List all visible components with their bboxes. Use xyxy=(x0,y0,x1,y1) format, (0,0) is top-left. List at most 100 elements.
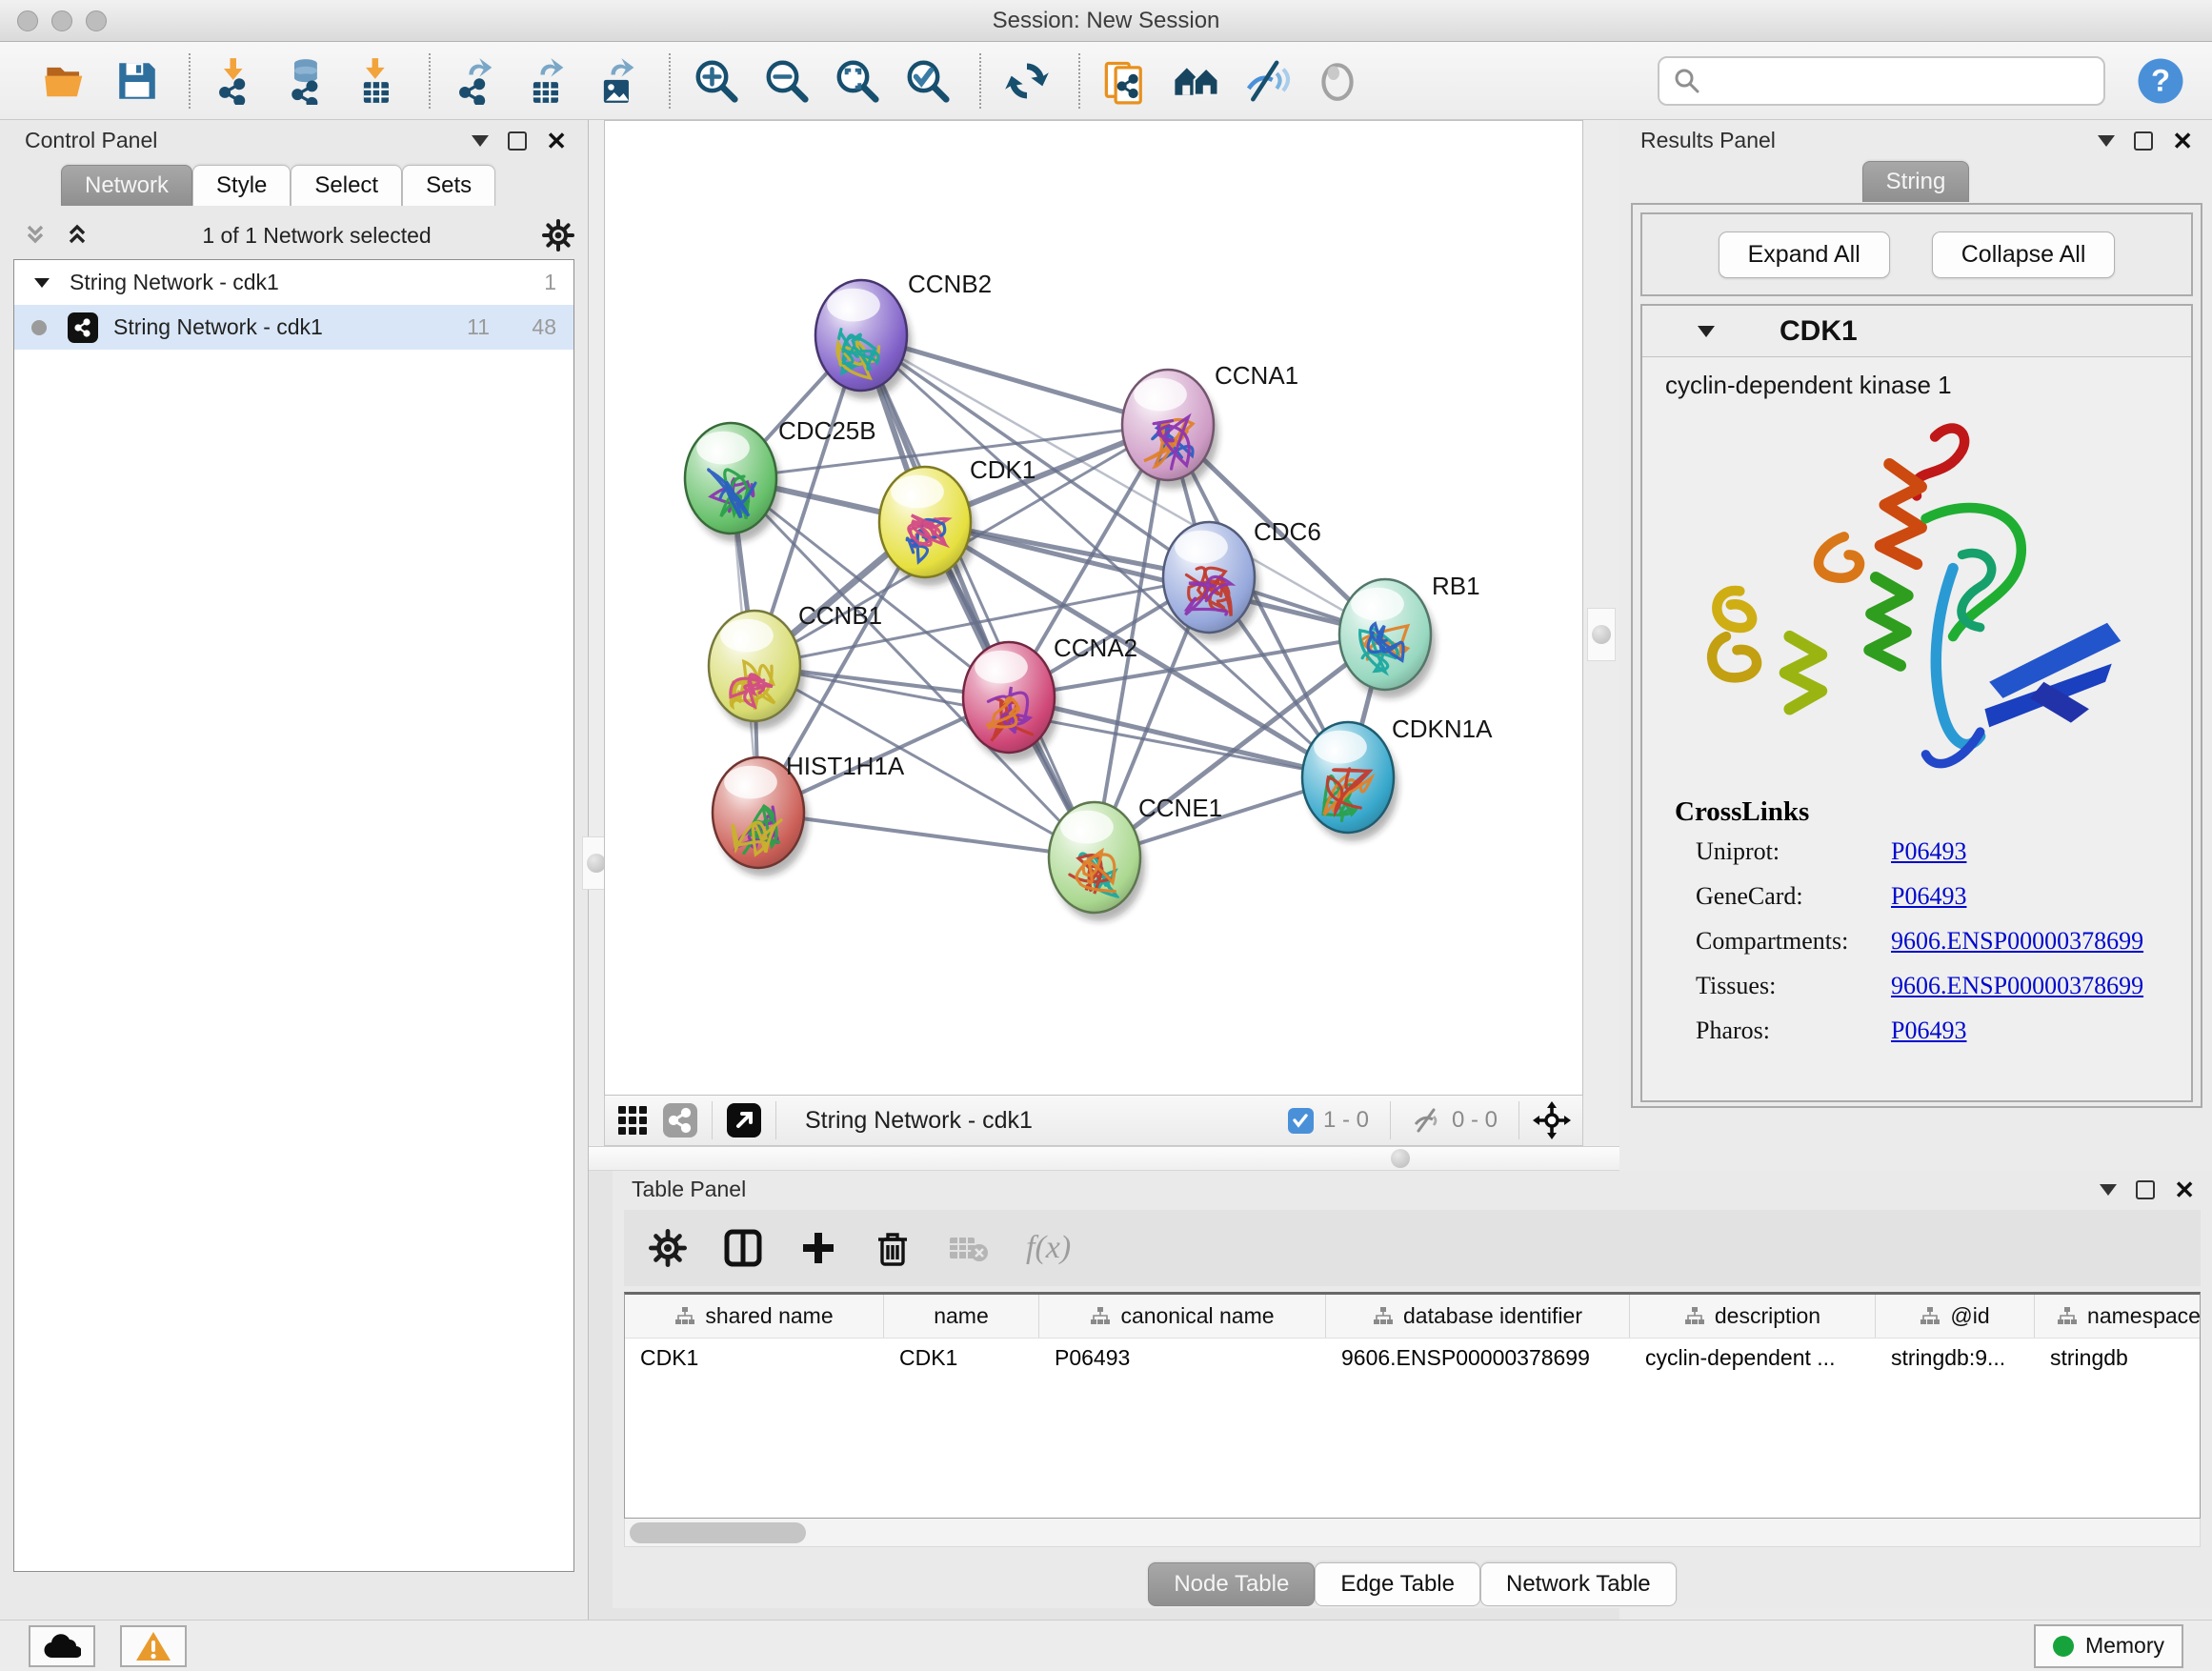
float-panel-icon[interactable] xyxy=(2136,1180,2155,1199)
network-row[interactable]: String Network - cdk1 11 48 xyxy=(14,305,573,350)
memory-button[interactable]: Memory xyxy=(2034,1624,2183,1668)
table-splitter-handle[interactable] xyxy=(1391,1149,1410,1168)
network-node[interactable]: CDC25B xyxy=(685,416,876,542)
tab-network[interactable]: Network xyxy=(61,165,192,206)
network-node[interactable]: CDC6 xyxy=(1163,517,1321,641)
float-panel-icon[interactable] xyxy=(508,131,527,151)
table-row[interactable]: CDK1 CDK1 P06493 9606.ENSP00000378699 cy… xyxy=(625,1339,2200,1379)
close-panel-icon[interactable]: ✕ xyxy=(2172,131,2193,151)
window-title: Session: New Session xyxy=(0,0,2212,42)
warnings-button[interactable] xyxy=(120,1625,187,1667)
crosslink-row: Uniprot:P06493 xyxy=(1675,837,2191,866)
zoom-out-button[interactable] xyxy=(760,51,814,111)
share-view-icon[interactable] xyxy=(662,1102,698,1138)
close-panel-icon[interactable]: ✕ xyxy=(546,131,567,151)
table-settings-gear-icon[interactable] xyxy=(649,1229,687,1267)
right-splitter-handle[interactable] xyxy=(1587,608,1616,661)
zoom-fit-button[interactable] xyxy=(831,51,884,111)
import-network-database-button[interactable] xyxy=(280,51,333,111)
tab-style[interactable]: Style xyxy=(192,165,291,206)
import-network-file-button[interactable] xyxy=(210,51,263,111)
network-node[interactable]: CCNA2 xyxy=(963,634,1137,761)
show-all-button[interactable] xyxy=(1311,51,1364,111)
network-view[interactable]: CCNB2 CCNA1 CDC25BCDK1 CDC6RB1 CCNB1 CCNA2 CDK… xyxy=(604,120,1583,1096)
control-panel-title: Control Panel xyxy=(25,128,157,153)
uniprot-link[interactable]: P06493 xyxy=(1891,837,1966,866)
cloud-status-button[interactable] xyxy=(29,1625,95,1667)
zoom-in-button[interactable] xyxy=(690,51,743,111)
node-result-card: CDK1 cyclin-dependent kinase 1 xyxy=(1640,304,2193,1102)
tab-network-table[interactable]: Network Table xyxy=(1480,1562,1677,1606)
apply-layout-button[interactable] xyxy=(1000,51,1054,111)
network-node[interactable]: CCNB2 xyxy=(815,270,992,399)
close-panel-icon[interactable]: ✕ xyxy=(2174,1180,2195,1199)
pharos-link[interactable]: P06493 xyxy=(1891,1017,1966,1045)
tab-select[interactable]: Select xyxy=(291,165,402,206)
tree-expand-icon[interactable] xyxy=(31,272,52,293)
network-node[interactable]: CCNA1 xyxy=(1122,361,1298,489)
column-header[interactable]: canonical name xyxy=(1039,1295,1326,1338)
tissues-link[interactable]: 9606.ENSP00000378699 xyxy=(1891,972,2143,1000)
houses-icon xyxy=(1172,56,1221,106)
help-button[interactable]: ? xyxy=(2134,51,2187,111)
hide-selected-button[interactable] xyxy=(1240,51,1294,111)
left-splitter[interactable] xyxy=(589,120,604,1168)
network-tree: String Network - cdk1 1 String Network -… xyxy=(13,259,574,1572)
zoom-selected-icon xyxy=(903,56,953,106)
column-header[interactable]: namespace xyxy=(2035,1295,2212,1338)
selected-checkbox-icon[interactable] xyxy=(1288,1108,1314,1134)
export-image-button[interactable] xyxy=(591,51,644,111)
network-overview-document-button[interactable] xyxy=(1099,51,1153,111)
zoom-selected-button[interactable] xyxy=(901,51,955,111)
import-table-button[interactable] xyxy=(351,51,404,111)
network-node[interactable]: CDK1 xyxy=(879,455,1036,586)
tab-string[interactable]: String xyxy=(1862,161,1970,202)
open-session-button[interactable] xyxy=(40,51,93,111)
column-header[interactable]: shared name xyxy=(625,1295,884,1338)
expand-all-icon[interactable] xyxy=(63,221,91,250)
entry-collapse-icon[interactable] xyxy=(1698,326,1715,337)
grid-view-icon[interactable] xyxy=(616,1104,649,1137)
network-node[interactable]: RB1 xyxy=(1339,572,1480,698)
collapse-all-icon[interactable] xyxy=(21,221,50,250)
network-node[interactable]: CCNB1 xyxy=(709,601,882,730)
expand-all-button[interactable]: Expand All xyxy=(1719,232,1890,278)
float-panel-icon[interactable] xyxy=(2134,131,2153,151)
tab-sets[interactable]: Sets xyxy=(402,165,495,206)
gear-icon[interactable] xyxy=(542,219,574,252)
export-table-button[interactable] xyxy=(520,51,573,111)
delete-column-trash-icon[interactable] xyxy=(874,1229,912,1267)
compartments-link[interactable]: 9606.ENSP00000378699 xyxy=(1891,927,2143,956)
network-node[interactable]: CCNE1 xyxy=(1049,794,1222,921)
scrollbar-thumb[interactable] xyxy=(630,1522,806,1543)
genecard-link[interactable]: P06493 xyxy=(1891,882,1966,911)
search-box[interactable] xyxy=(1658,56,2105,106)
node-label: CCNB2 xyxy=(908,270,992,298)
show-columns-icon[interactable] xyxy=(723,1228,763,1268)
create-column-plus-icon[interactable] xyxy=(799,1229,837,1267)
warning-icon xyxy=(135,1630,171,1662)
panel-menu-icon[interactable] xyxy=(472,135,489,147)
network-collection-row[interactable]: String Network - cdk1 1 xyxy=(14,260,573,305)
network-node[interactable]: HIST1H1A xyxy=(713,752,905,876)
first-neighbors-button[interactable] xyxy=(1170,51,1223,111)
network-node[interactable]: CDKN1A xyxy=(1302,715,1493,841)
panel-menu-icon[interactable] xyxy=(2100,1184,2117,1196)
column-header[interactable]: name xyxy=(884,1295,1039,1338)
node-label: HIST1H1A xyxy=(786,752,905,780)
panel-menu-icon[interactable] xyxy=(2098,135,2115,147)
network-canvas[interactable]: CCNB2 CCNA1 CDC25BCDK1 CDC6RB1 CCNB1 CCNA2 CDK… xyxy=(605,121,1582,1095)
tab-edge-table[interactable]: Edge Table xyxy=(1315,1562,1480,1606)
collapse-all-button[interactable]: Collapse All xyxy=(1932,232,2116,278)
table-horizontal-scrollbar[interactable] xyxy=(624,1519,2201,1547)
string-network-icon xyxy=(68,312,98,343)
birdseye-toggle-icon[interactable] xyxy=(1533,1101,1571,1139)
search-input[interactable] xyxy=(1701,68,2082,94)
column-header[interactable]: database identifier xyxy=(1326,1295,1630,1338)
column-header[interactable]: description xyxy=(1630,1295,1876,1338)
tab-node-table[interactable]: Node Table xyxy=(1148,1562,1315,1606)
column-header[interactable]: @id xyxy=(1876,1295,2035,1338)
save-session-button[interactable] xyxy=(111,51,164,111)
export-network-button[interactable] xyxy=(450,51,503,111)
detach-view-icon[interactable] xyxy=(726,1102,762,1138)
